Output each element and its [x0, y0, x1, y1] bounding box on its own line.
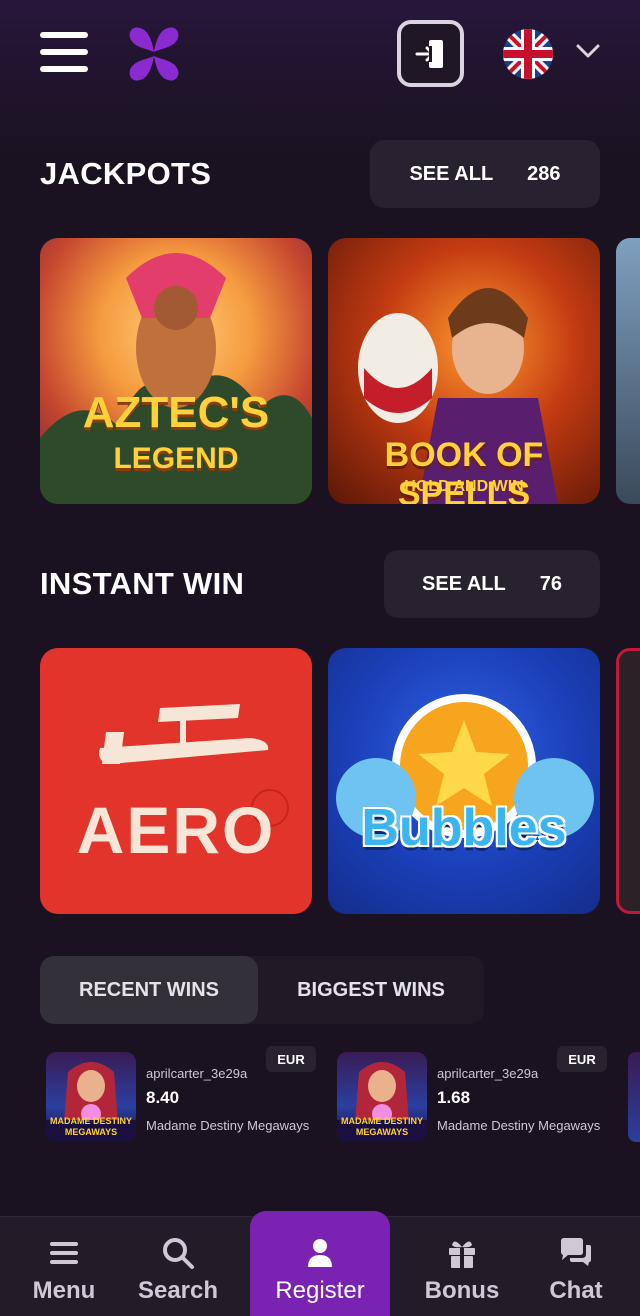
thumb-title: MADAME DESTINY MEGAWAYS: [341, 1116, 424, 1137]
win-user: aprilcarter_3e29a: [146, 1066, 248, 1081]
win-card[interactable]: MADAME DESTINY MEGAWAYS aprilcarter_3e29…: [331, 1046, 607, 1144]
search-icon: [163, 1238, 194, 1269]
gift-icon: [449, 1241, 475, 1268]
aero-title: AERO: [76, 793, 276, 867]
login-button[interactable]: [397, 20, 464, 87]
tab-recent-wins[interactable]: RECENT WINS: [40, 956, 258, 1024]
instant-win-title: INSTANT WIN: [40, 566, 245, 601]
nav-chat-label: Chat: [549, 1277, 603, 1304]
bubbles-art: [336, 694, 594, 838]
nav-menu-label: Menu: [32, 1277, 96, 1304]
spells-title-line2: HOLD AND WIN: [404, 478, 524, 495]
tab-biggest-wins[interactable]: BIGGEST WINS: [258, 956, 484, 1024]
header: [0, 0, 640, 110]
jackpots-count: 286: [527, 162, 561, 185]
game-tile-peek[interactable]: [616, 648, 640, 914]
flower-logo-icon[interactable]: [124, 24, 184, 84]
nav-register[interactable]: Register: [250, 1211, 390, 1316]
uk-flag-icon[interactable]: [503, 29, 553, 79]
nav-register-label: Register: [275, 1277, 365, 1304]
bubbles-title: Bubbles: [361, 799, 567, 857]
game-tile-bubbles[interactable]: Bubbles: [328, 648, 600, 914]
user-icon: [308, 1239, 332, 1267]
aero-art: [99, 704, 289, 827]
win-amount: 8.40: [146, 1088, 180, 1107]
win-game: Madame Destiny Megaways: [437, 1118, 601, 1133]
menu-icon: [50, 1242, 78, 1264]
win-game: Madame Destiny Megaways: [146, 1118, 310, 1133]
hamburger-icon[interactable]: [40, 32, 88, 72]
instant-win-see-all-button[interactable]: SEE ALL 76: [384, 550, 600, 618]
nav-search[interactable]: Search: [114, 1217, 242, 1316]
jackpots-see-all-button[interactable]: SEE ALL 286: [370, 140, 600, 208]
chat-icon: [561, 1238, 591, 1266]
currency-badge: EUR: [266, 1046, 316, 1072]
win-card[interactable]: MADAME DESTINY MEGAWAYS aprilcarter_3e29…: [40, 1046, 316, 1144]
wins-tabs: RECENT WINS BIGGEST WINS: [40, 956, 484, 1024]
see-all-label: SEE ALL: [409, 162, 494, 185]
bottom-nav: Menu Search Register Bonus Chat: [0, 1211, 640, 1316]
thumb-title: MADAME DESTINY MEGAWAYS: [50, 1116, 133, 1137]
win-amount: 1.68: [437, 1088, 471, 1107]
nav-search-label: Search: [137, 1277, 219, 1304]
game-tile-aztecs-legend[interactable]: AZTEC'S LEGEND: [40, 238, 312, 504]
win-user: aprilcarter_3e29a: [437, 1066, 539, 1081]
win-card-peek[interactable]: [628, 1052, 640, 1142]
nav-menu[interactable]: Menu: [0, 1217, 128, 1316]
nav-bonus-label: Bonus: [424, 1277, 500, 1304]
chevron-down-icon[interactable]: [575, 42, 601, 60]
aztec-title-line1: AZTEC'S: [82, 388, 270, 437]
game-tile-peek[interactable]: [616, 238, 640, 504]
nav-bonus[interactable]: Bonus: [398, 1217, 526, 1316]
aztec-title-line2: LEGEND: [113, 442, 239, 475]
game-tile-aero[interactable]: AERO: [40, 648, 312, 914]
nav-chat[interactable]: Chat: [512, 1217, 640, 1316]
madame-destiny-thumb: MADAME DESTINY MEGAWAYS: [46, 1052, 136, 1142]
currency-badge: EUR: [557, 1046, 607, 1072]
login-door-icon: [415, 39, 443, 68]
instant-win-count: 76: [539, 572, 562, 595]
see-all-label: SEE ALL: [422, 572, 506, 595]
jackpots-title: JACKPOTS: [40, 156, 212, 191]
game-tile-book-of-spells[interactable]: BOOK OF SPELLS HOLD AND WIN: [328, 238, 600, 504]
madame-destiny-thumb: MADAME DESTINY MEGAWAYS: [337, 1052, 427, 1142]
